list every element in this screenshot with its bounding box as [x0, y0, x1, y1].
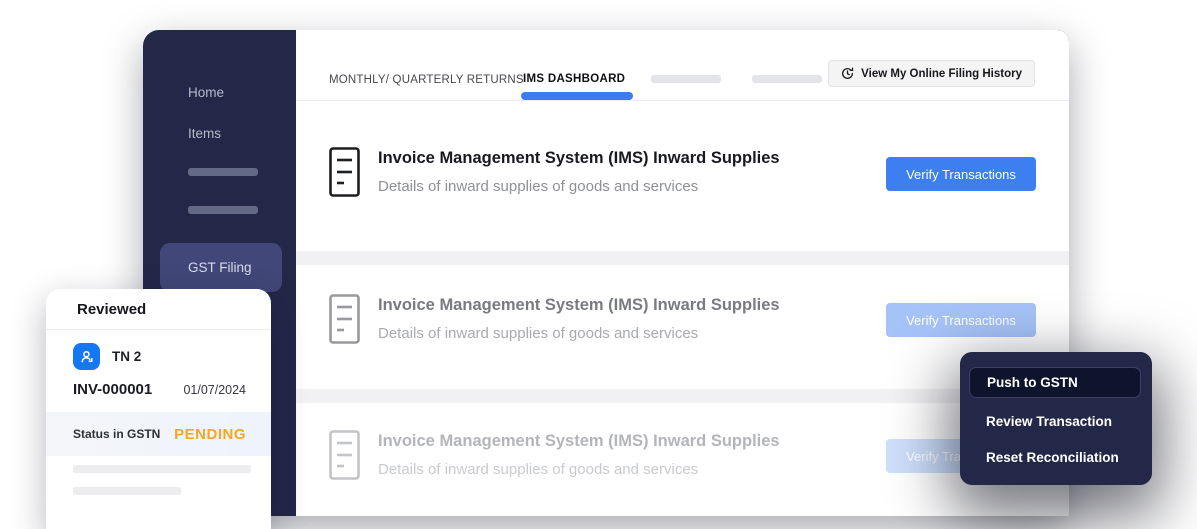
- invoice-row: INV-000001 01/07/2024: [73, 381, 246, 398]
- ims-card-subtitle: Details of inward supplies of goods and …: [378, 325, 698, 342]
- card-skeleton-bar: [73, 487, 181, 495]
- main-panel: MONTHLY/ QUARTERLY RETURNS IMS DASHBOARD…: [296, 30, 1069, 516]
- status-label: Status in GSTN: [73, 427, 160, 441]
- card-header: Reviewed: [46, 289, 271, 330]
- ims-card-title: Invoice Management System (IMS) Inward S…: [378, 296, 780, 315]
- sidebar-skeleton-bar: [188, 206, 258, 214]
- tab-skeleton-bar: [752, 75, 822, 83]
- invoice-document-icon: [329, 430, 360, 485]
- status-badge: PENDING: [174, 426, 246, 443]
- ims-card-subtitle: Details of inward supplies of goods and …: [378, 178, 698, 195]
- ims-card-title: Invoice Management System (IMS) Inward S…: [378, 432, 780, 451]
- ims-card-subtitle: Details of inward supplies of goods and …: [378, 461, 698, 478]
- row-divider-strip: [296, 389, 1069, 403]
- menu-item-reset-reconciliation[interactable]: Reset Reconciliation: [986, 450, 1119, 465]
- history-button-label: View My Online Filing History: [861, 68, 1022, 80]
- user-icon: [79, 349, 95, 365]
- transaction-context-menu: Push to GSTN Review Transaction Reset Re…: [960, 352, 1152, 485]
- history-refresh-icon: [841, 67, 854, 80]
- contact-name: TN 2: [112, 349, 141, 364]
- card-skeleton-bar: [73, 465, 251, 473]
- card-header-title: Reviewed: [46, 301, 146, 318]
- row-divider-strip: [296, 251, 1069, 265]
- invoice-date: 01/07/2024: [183, 383, 246, 397]
- sidebar-item-gst-filing[interactable]: GST Filing: [160, 243, 282, 292]
- sidebar-item-label: GST Filing: [160, 260, 252, 275]
- contact-avatar: [73, 343, 100, 370]
- sidebar-item-items[interactable]: Items: [188, 126, 221, 141]
- header-divider: [296, 100, 1069, 101]
- menu-item-review-transaction[interactable]: Review Transaction: [986, 414, 1112, 429]
- tab-ims-dashboard[interactable]: IMS DASHBOARD: [523, 73, 625, 85]
- invoice-document-icon: [329, 147, 360, 202]
- menu-item-push-to-gstn[interactable]: Push to GSTN: [969, 367, 1141, 398]
- verify-transactions-button[interactable]: Verify Transactions: [886, 157, 1036, 191]
- status-row: Status in GSTN PENDING: [46, 412, 271, 456]
- ims-card-title: Invoice Management System (IMS) Inward S…: [378, 149, 780, 168]
- active-tab-underline: [521, 92, 633, 100]
- tab-monthly-quarterly-returns[interactable]: MONTHLY/ QUARTERLY RETURNS: [329, 74, 524, 86]
- sidebar-skeleton-bar: [188, 168, 258, 176]
- invoice-number: INV-000001: [73, 381, 152, 398]
- sidebar-item-home[interactable]: Home: [188, 85, 224, 100]
- reviewed-invoice-card: Reviewed TN 2 INV-000001 01/07/2024 Stat…: [46, 289, 271, 529]
- view-filing-history-button[interactable]: View My Online Filing History: [828, 60, 1035, 87]
- verify-transactions-button[interactable]: Verify Transactions: [886, 303, 1036, 337]
- invoice-document-icon: [329, 294, 360, 349]
- tab-skeleton-bar: [651, 75, 721, 83]
